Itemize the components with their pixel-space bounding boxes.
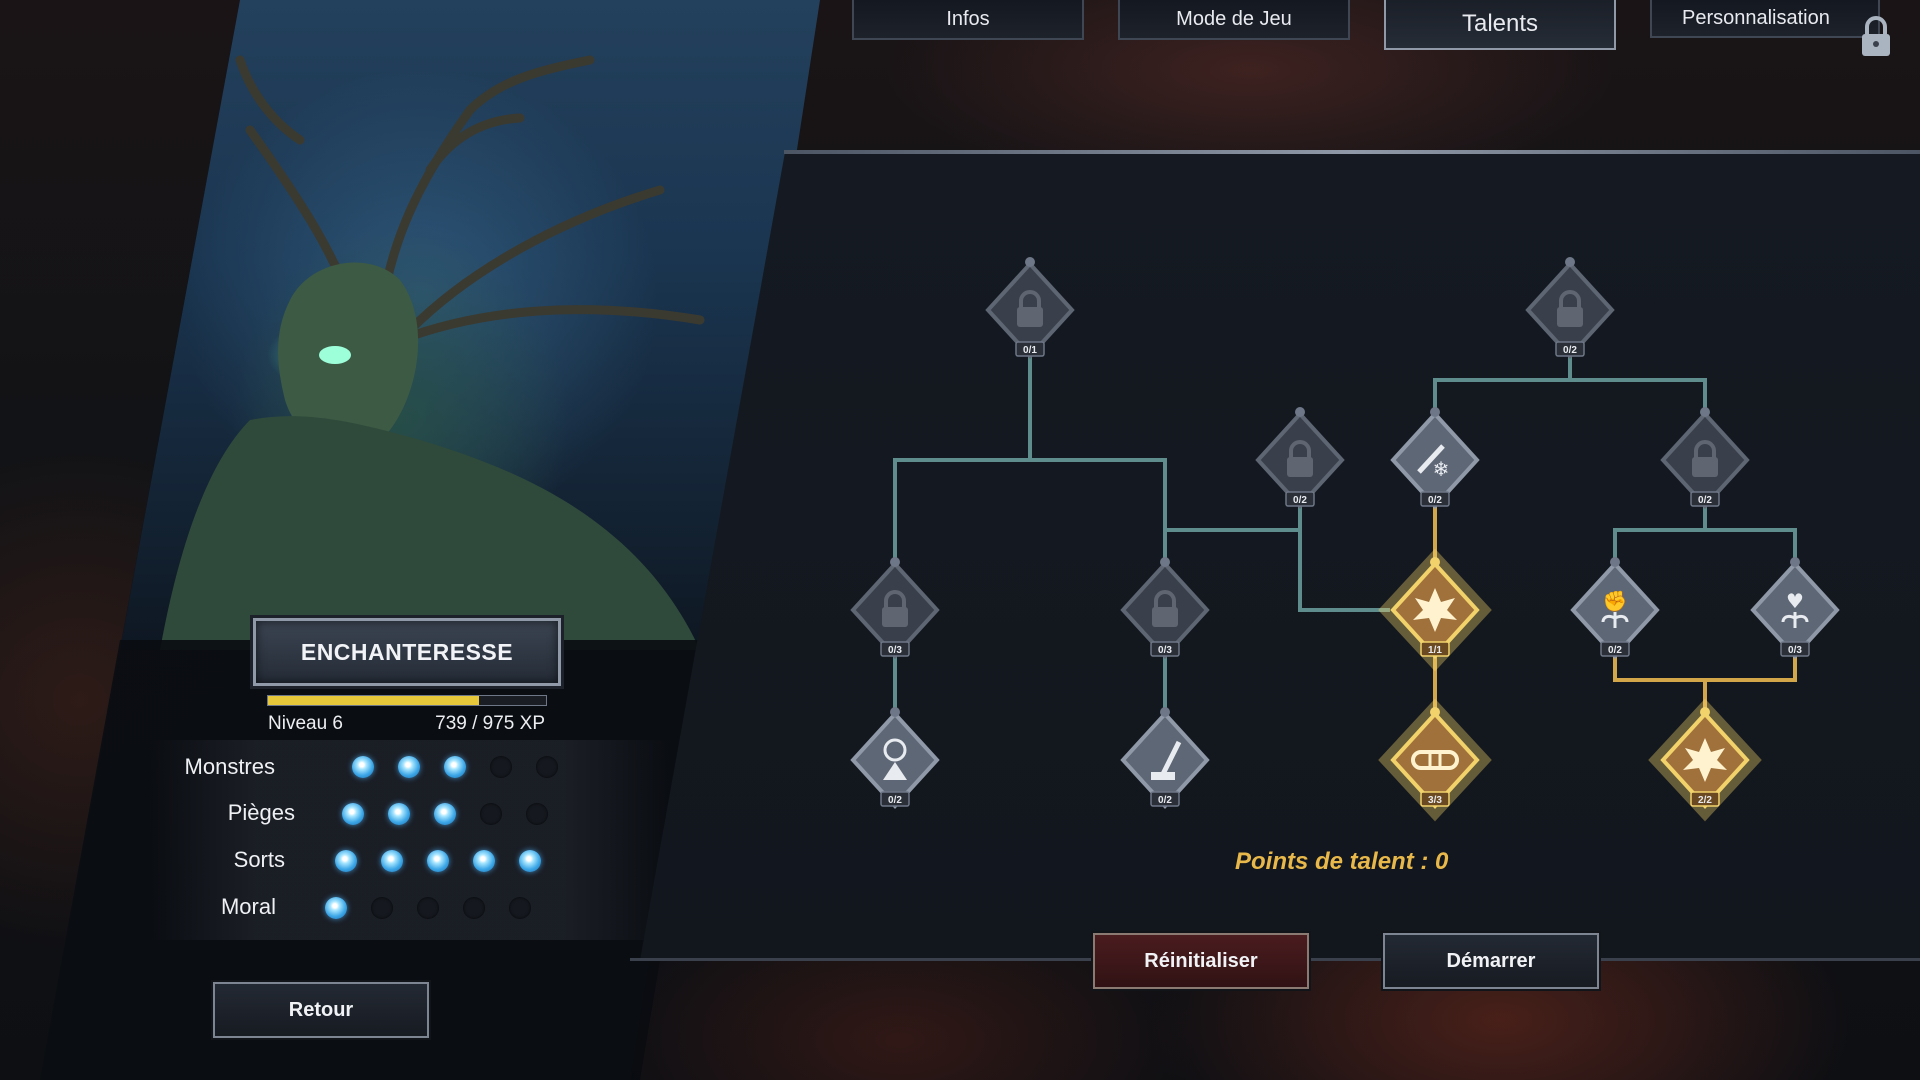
- talent-counter: 0/2: [1563, 345, 1577, 356]
- talent-node-n10[interactable]: ♥ 0/3: [1750, 557, 1840, 659]
- svg-text:❄: ❄: [1433, 457, 1450, 481]
- talent-node-n2[interactable]: 0/2: [1525, 257, 1615, 359]
- start-button[interactable]: Démarrer: [1383, 933, 1599, 989]
- svg-text:✊: ✊: [1603, 589, 1628, 613]
- talent-counter: 0/2: [888, 795, 902, 806]
- talent-node-n13[interactable]: 3/3: [1378, 698, 1492, 822]
- tree-link: [1433, 350, 1572, 420]
- talent-counter: 0/2: [1698, 495, 1712, 506]
- talent-tree: 0/1 0/2 0/2 ❄ 0/2 0/2 0/3 0/3 1/1 ✊ 0/2 ♥ 0/3 0/2 0/2 3…: [850, 257, 1840, 822]
- talent-node-n6[interactable]: 0/3: [850, 557, 940, 659]
- talent-counter: 0/3: [1158, 645, 1172, 656]
- tree-link: [1705, 528, 1797, 570]
- talent-counter: 1/1: [1428, 645, 1442, 656]
- talent-node-n4[interactable]: ❄ 0/2: [1390, 407, 1480, 509]
- talent-node-n7[interactable]: 0/3: [1120, 557, 1210, 659]
- talent-node-n9[interactable]: ✊ 0/2: [1570, 557, 1660, 659]
- tree-link: [1165, 500, 1302, 532]
- tree-link: [1030, 458, 1167, 570]
- svg-text:♥: ♥: [1786, 589, 1804, 613]
- talent-node-n11[interactable]: 0/2: [850, 707, 940, 809]
- talent-counter: 0/3: [888, 645, 902, 656]
- talent-points: Points de talent : 0: [1235, 848, 1449, 875]
- talent-node-n3[interactable]: 0/2: [1255, 407, 1345, 509]
- tree-link: [893, 350, 1032, 570]
- talent-counter: 0/2: [1608, 645, 1622, 656]
- tree-link: [1613, 500, 1707, 570]
- talent-node-n14[interactable]: 2/2: [1648, 698, 1762, 822]
- talent-counter: 2/2: [1698, 795, 1712, 806]
- reset-button[interactable]: Réinitialiser: [1093, 933, 1309, 989]
- tree-link: [1298, 530, 1390, 612]
- talent-node-n8[interactable]: 1/1: [1378, 548, 1492, 672]
- tree-link: [1570, 378, 1707, 420]
- talent-node-n12[interactable]: 0/2: [1120, 707, 1210, 809]
- tree-link-active: [1613, 650, 1797, 682]
- talent-counter: 0/3: [1788, 645, 1802, 656]
- talent-counter: 3/3: [1428, 795, 1442, 806]
- talent-node-n1[interactable]: 0/1: [985, 257, 1075, 359]
- talent-node-n5[interactable]: 0/2: [1660, 407, 1750, 509]
- talent-counter: 0/2: [1158, 795, 1172, 806]
- talent-counter: 0/2: [1293, 495, 1307, 506]
- talent-counter: 0/2: [1428, 495, 1442, 506]
- talent-counter: 0/1: [1023, 345, 1037, 356]
